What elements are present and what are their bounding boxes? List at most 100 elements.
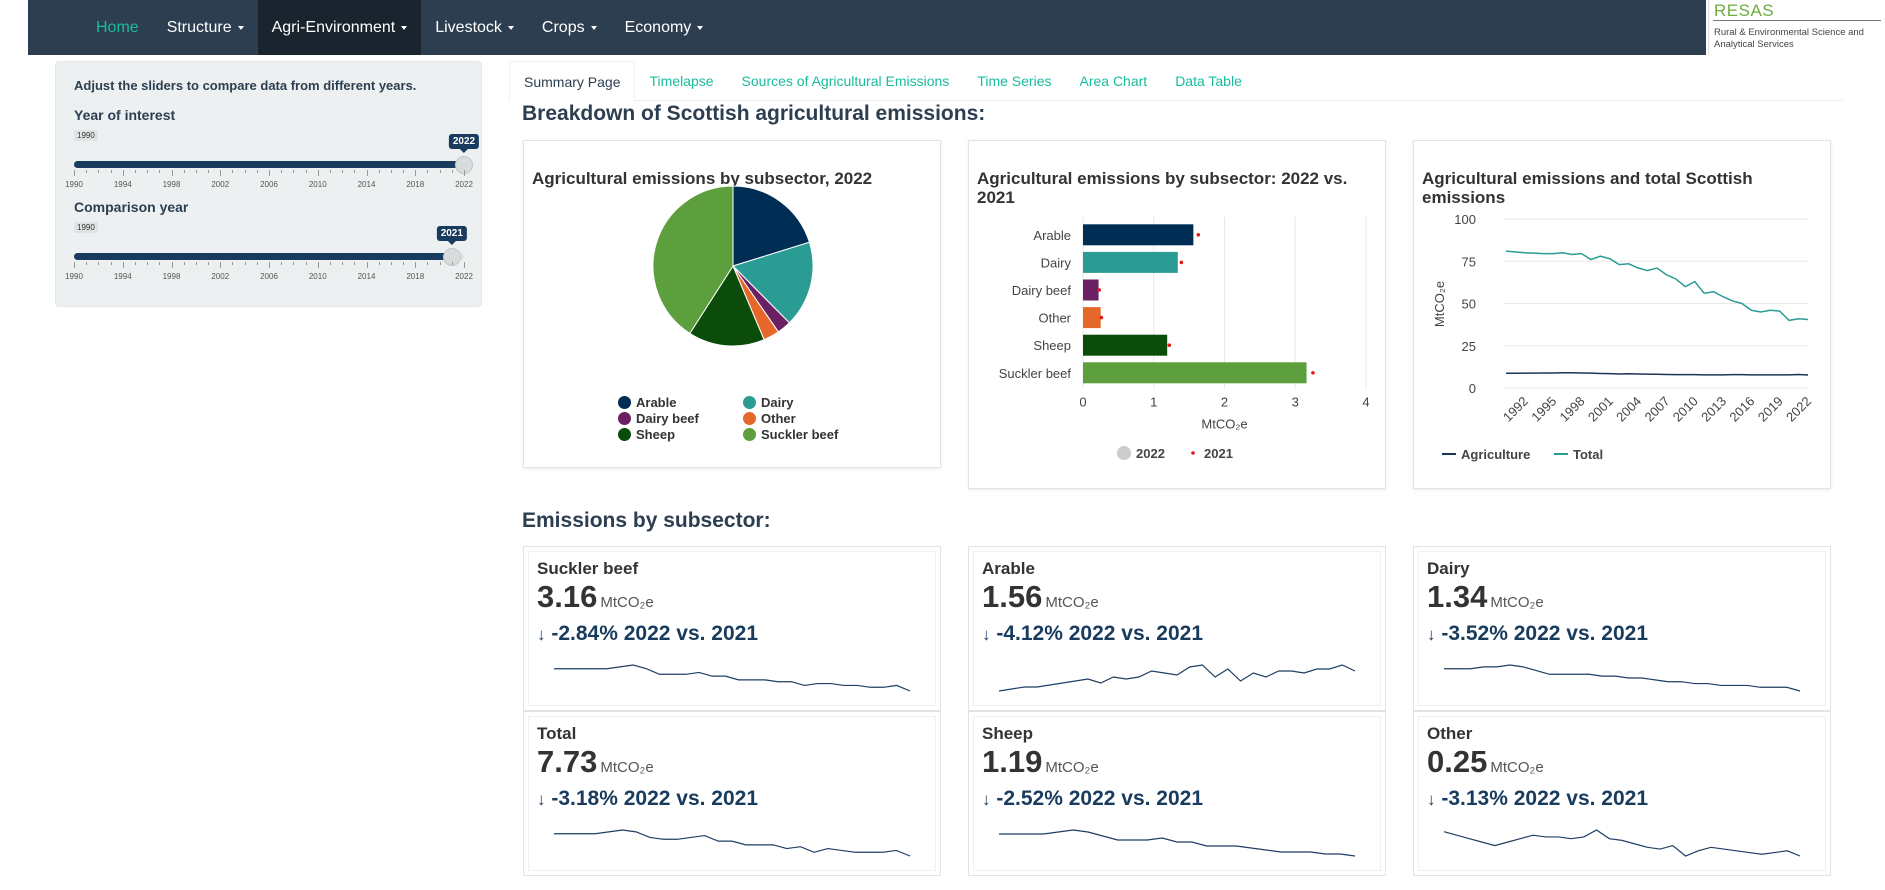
nav-item-structure[interactable]: Structure bbox=[153, 0, 258, 55]
year-of-interest-slider[interactable]: 1990 2022 1990 1994 1998 2002 2006 2010 2014 20… bbox=[65, 130, 480, 194]
slider-tick bbox=[269, 170, 270, 176]
slider-tick bbox=[232, 170, 234, 173]
slider-tick bbox=[171, 170, 173, 176]
comparison-year-slider[interactable]: 1990 2021 1990 1994 1998 2002 2006 2010 2014 20… bbox=[65, 222, 473, 286]
slider-tick bbox=[366, 262, 368, 268]
tab-data-table[interactable]: Data Table bbox=[1161, 61, 1256, 101]
tab-area-chart[interactable]: Area Chart bbox=[1065, 61, 1161, 101]
slider-tick bbox=[329, 262, 331, 265]
slider-tick-label: 1998 bbox=[162, 180, 181, 189]
slider-tick bbox=[415, 262, 417, 268]
nav-item-crops[interactable]: Crops bbox=[528, 0, 611, 55]
bar-2022[interactable] bbox=[1083, 251, 1178, 273]
marker-2021[interactable] bbox=[1099, 315, 1104, 320]
logo-subtitle: Rural & Environmental Science and Analyt… bbox=[1714, 27, 1864, 50]
nav-item-label: Agri-Environment bbox=[271, 18, 396, 36]
slider-tick bbox=[378, 170, 380, 173]
legend-item[interactable]: Dairy beef bbox=[618, 411, 699, 426]
kpi-value-number: 1.56 bbox=[982, 579, 1043, 614]
nav-item-agri-environment[interactable]: Agri-Environment bbox=[257, 0, 422, 55]
legend-dot-icon bbox=[618, 396, 631, 409]
logo-title: RESAS bbox=[1714, 1, 1775, 20]
kpi-card-sheep: Sheep 1.19 MtCO₂e ↓ -2.52% 2022 vs. 2021 bbox=[968, 711, 1386, 876]
slider-tick bbox=[269, 262, 270, 268]
slider-tick bbox=[98, 170, 100, 173]
marker-2021[interactable] bbox=[1167, 343, 1172, 347]
slider-tick bbox=[208, 262, 210, 265]
slider-tick bbox=[110, 262, 112, 265]
marker-2021[interactable] bbox=[1179, 260, 1184, 265]
slider-tick bbox=[317, 262, 319, 268]
x-tick-label: 4 bbox=[1362, 395, 1369, 410]
legend-dot-icon bbox=[743, 396, 756, 409]
legend-item[interactable]: Arable bbox=[618, 395, 676, 410]
slider-tick bbox=[439, 262, 441, 265]
x-tick-label: 2007 bbox=[1642, 394, 1673, 425]
kpi-value-number: 7.73 bbox=[537, 744, 598, 779]
y-tick-label: Sheep bbox=[1033, 338, 1071, 353]
nav-item-livestock[interactable]: Livestock bbox=[421, 0, 528, 55]
sparkline-path bbox=[1444, 664, 1801, 692]
bar-2022[interactable] bbox=[1083, 334, 1168, 356]
breakdown-heading: Breakdown of Scottish agricultural emiss… bbox=[522, 102, 986, 125]
slider-tick bbox=[378, 262, 380, 265]
bar-2022[interactable] bbox=[1083, 307, 1101, 329]
slider-tick bbox=[134, 262, 136, 265]
slider-tick-label: 2018 bbox=[406, 180, 425, 189]
x-axis-title: MtCO₂e bbox=[1201, 417, 1247, 432]
slider-ticks: 1990 1994 1998 2002 2006 2010 2014 2018 2022 bbox=[65, 170, 473, 190]
kpi-name: Other bbox=[1427, 724, 1473, 743]
kpi-unit: MtCO₂e bbox=[1045, 759, 1099, 776]
slider-tick bbox=[329, 170, 331, 173]
tab-sources-of-agricultural-emissions[interactable]: Sources of Agricultural Emissions bbox=[728, 61, 964, 101]
nav-item-label: Crops bbox=[541, 18, 585, 36]
tab-timelapse[interactable]: Timelapse bbox=[635, 61, 727, 101]
series-line-agriculture[interactable] bbox=[1506, 372, 1809, 376]
slider-tick-label: 2014 bbox=[357, 180, 376, 189]
slider-tick-label: 2014 bbox=[357, 272, 376, 281]
kpi-value: 7.73 MtCO₂e bbox=[537, 744, 654, 780]
sparkline bbox=[999, 829, 1356, 857]
legend-item[interactable]: Other bbox=[743, 411, 796, 426]
navbar: Home Structure Agri-Environment Livestock Cr… bbox=[28, 0, 1706, 55]
slider-tick bbox=[451, 170, 453, 173]
sparkline bbox=[554, 829, 911, 857]
x-tick-label: 2004 bbox=[1613, 394, 1644, 425]
arrow-down-icon: ↓ bbox=[1427, 625, 1436, 644]
slider-tick bbox=[171, 262, 173, 268]
legend-item[interactable]: Sheep bbox=[618, 427, 675, 442]
x-tick-label: 1995 bbox=[1528, 394, 1559, 425]
tab-summary-page[interactable]: Summary Page bbox=[509, 61, 636, 102]
bar-2022[interactable] bbox=[1083, 224, 1194, 246]
marker-2021[interactable] bbox=[1196, 233, 1201, 237]
slider-tick bbox=[354, 262, 356, 265]
nav-item-economy[interactable]: Economy bbox=[611, 0, 718, 55]
kpi-unit: MtCO₂e bbox=[1045, 594, 1099, 611]
marker-2021[interactable] bbox=[1097, 288, 1102, 292]
tab-bar: Summary Page Timelapse Sources of Agricult… bbox=[509, 61, 1844, 102]
legend-item[interactable]: Dairy bbox=[743, 395, 794, 410]
nav-item-home[interactable]: Home bbox=[56, 0, 153, 55]
slider-tick bbox=[110, 170, 112, 173]
slider-tick bbox=[390, 262, 392, 265]
kpi-name: Dairy bbox=[1427, 559, 1470, 578]
line-chart-card: Agricultural emissions and total Scottis… bbox=[1413, 140, 1831, 489]
kpi-card-other: Other 0.25 MtCO₂e ↓ -3.13% 2022 vs. 2021 bbox=[1413, 711, 1831, 876]
tab-time-series[interactable]: Time Series bbox=[963, 61, 1065, 101]
x-tick-label: 3 bbox=[1292, 395, 1299, 410]
sidebar-intro: Adjust the sliders to compare data from … bbox=[74, 78, 417, 93]
kpi-change: ↓ -2.84% 2022 vs. 2021 bbox=[537, 622, 758, 646]
kpi-value: 1.19 MtCO₂e bbox=[982, 744, 1099, 780]
bar-2022[interactable] bbox=[1083, 362, 1307, 384]
marker-2021[interactable] bbox=[1311, 371, 1315, 375]
slider-tick bbox=[244, 262, 246, 265]
kpi-unit: MtCO₂e bbox=[600, 759, 654, 776]
legend-item[interactable]: Suckler beef bbox=[743, 427, 838, 442]
kpi-unit: MtCO₂e bbox=[1490, 759, 1544, 776]
slider-bar bbox=[74, 161, 464, 168]
nav-item-label: Home bbox=[96, 18, 139, 36]
bar-2022[interactable] bbox=[1083, 279, 1099, 301]
legend-dot-icon bbox=[618, 428, 631, 441]
arrow-down-icon: ↓ bbox=[537, 625, 546, 644]
kpi-card-suckler-beef: Suckler beef 3.16 MtCO₂e ↓ -2.84% 2022 vs… bbox=[523, 546, 941, 711]
